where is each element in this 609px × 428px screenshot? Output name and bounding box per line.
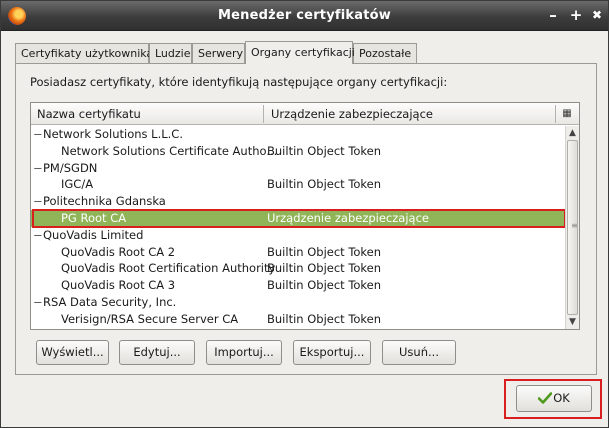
collapse-icon[interactable]: − bbox=[33, 227, 43, 244]
scroll-thumb[interactable]: ≡ bbox=[567, 140, 578, 315]
certificate-name: IGC/A bbox=[61, 177, 94, 192]
certificate-name: QuoVadis Root CA 2 bbox=[61, 244, 176, 259]
ok-button[interactable]: OK bbox=[516, 385, 592, 412]
column-separator[interactable] bbox=[263, 105, 264, 123]
collapse-icon[interactable]: − bbox=[33, 126, 43, 143]
tree-group-row[interactable]: − Network Solutions L.L.C. bbox=[31, 126, 564, 143]
window-title: Menedżer certyfikatów bbox=[218, 8, 391, 23]
tree-header: Nazwa certyfikatu Urządzenie zabezpiecza… bbox=[31, 103, 579, 125]
certificate-name: QuoVadis Root Certification Authority bbox=[61, 261, 276, 276]
security-device: Builtin Object Token bbox=[267, 278, 382, 293]
tree-group-row[interactable]: − Politechnika Gdanska bbox=[31, 193, 564, 210]
edit-button[interactable]: Edytuj... bbox=[119, 340, 195, 365]
tree-item-row[interactable]: Network Solutions Certificate Autho... B… bbox=[31, 143, 564, 160]
delete-button[interactable]: Usuń... bbox=[382, 340, 456, 365]
grip-icon: ≡ bbox=[571, 221, 578, 230]
tree-item-row[interactable]: IGC/A Builtin Object Token bbox=[31, 176, 564, 193]
group-name: Politechnika Gdanska bbox=[43, 194, 166, 209]
tree-group-row[interactable]: − QuoVadis Limited bbox=[31, 227, 564, 244]
tab-user-certificates[interactable]: Certyfikaty użytkownika bbox=[15, 43, 153, 63]
security-device: Builtin Object Token bbox=[267, 143, 382, 158]
title-bar[interactable]: Menedżer certyfikatów – + ✖ bbox=[1, 1, 608, 31]
minimize-button[interactable]: – bbox=[544, 6, 562, 24]
column-header-name[interactable]: Nazwa certyfikatu bbox=[37, 107, 141, 121]
view-button[interactable]: Wyświetl... bbox=[36, 340, 109, 365]
group-name: QuoVadis Limited bbox=[43, 227, 144, 242]
tab-servers[interactable]: Serwery bbox=[192, 43, 245, 63]
column-header-device[interactable]: Urządzenie zabezpieczające bbox=[271, 107, 433, 121]
close-button[interactable]: ✖ bbox=[588, 6, 606, 24]
group-name: RSA Data Security, Inc. bbox=[43, 294, 177, 309]
certificate-name: QuoVadis Root CA 3 bbox=[61, 278, 176, 293]
tree-group-row[interactable]: − RSA Data Security, Inc. bbox=[31, 294, 564, 311]
collapse-icon[interactable]: − bbox=[33, 193, 43, 210]
tree-item-row[interactable]: QuoVadis Root CA 3 Builtin Object Token bbox=[31, 277, 564, 294]
export-button[interactable]: Eksportuj... bbox=[293, 340, 371, 365]
security-device: Builtin Object Token bbox=[267, 311, 382, 326]
tree-scrollbar[interactable]: ▲ ≡ ▼ bbox=[565, 126, 579, 329]
tab-others[interactable]: Pozostałe bbox=[353, 43, 417, 63]
tab-authorities[interactable]: Organy certyfikacji bbox=[245, 41, 355, 64]
tree-item-row-selected[interactable]: PG Root CA Urządzenie zabezpieczające bbox=[31, 208, 566, 228]
column-picker-icon[interactable]: ▦ bbox=[559, 106, 575, 122]
security-device: Builtin Object Token bbox=[267, 244, 382, 259]
security-device: Builtin Object Token bbox=[267, 177, 382, 192]
certificate-name: PG Root CA bbox=[61, 210, 127, 225]
checkmark-icon bbox=[538, 392, 553, 404]
panel-description: Posiadasz certyfikaty, które identyfikuj… bbox=[30, 75, 448, 89]
group-name: PM/SGDN bbox=[43, 160, 98, 175]
certificate-name: Verisign/RSA Secure Server CA bbox=[61, 311, 239, 326]
tree-item-row[interactable]: QuoVadis Root Certification Authority Bu… bbox=[31, 260, 564, 277]
tree-group-row[interactable]: − PM/SGDN bbox=[31, 160, 564, 177]
certificate-tree[interactable]: Nazwa certyfikatu Urządzenie zabezpiecza… bbox=[30, 102, 580, 330]
collapse-icon[interactable]: − bbox=[33, 294, 43, 311]
tree-rows: − Network Solutions L.L.C. Network Solut… bbox=[31, 126, 566, 328]
security-device: Urządzenie zabezpieczające bbox=[267, 210, 429, 225]
maximize-button[interactable]: + bbox=[567, 6, 585, 24]
scroll-down-icon[interactable]: ▼ bbox=[566, 315, 579, 329]
collapse-icon[interactable]: − bbox=[33, 160, 43, 177]
column-separator[interactable] bbox=[555, 105, 556, 123]
tab-people[interactable]: Ludzie bbox=[149, 43, 192, 63]
import-button[interactable]: Importuj... bbox=[206, 340, 282, 365]
scroll-up-icon[interactable]: ▲ bbox=[566, 126, 579, 140]
certificate-manager-window: Menedżer certyfikatów – + ✖ Certyfikaty … bbox=[0, 0, 609, 428]
authorities-panel: Posiadasz certyfikaty, które identyfikuj… bbox=[15, 63, 597, 375]
security-device: Builtin Object Token bbox=[267, 261, 382, 276]
tree-item-row[interactable]: QuoVadis Root CA 2 Builtin Object Token bbox=[31, 244, 564, 261]
tree-item-row[interactable]: Verisign/RSA Secure Server CA Builtin Ob… bbox=[31, 311, 564, 328]
group-name: Network Solutions L.L.C. bbox=[43, 127, 183, 141]
certificate-name: Network Solutions Certificate Autho... bbox=[61, 143, 278, 158]
ok-label: OK bbox=[553, 391, 570, 405]
